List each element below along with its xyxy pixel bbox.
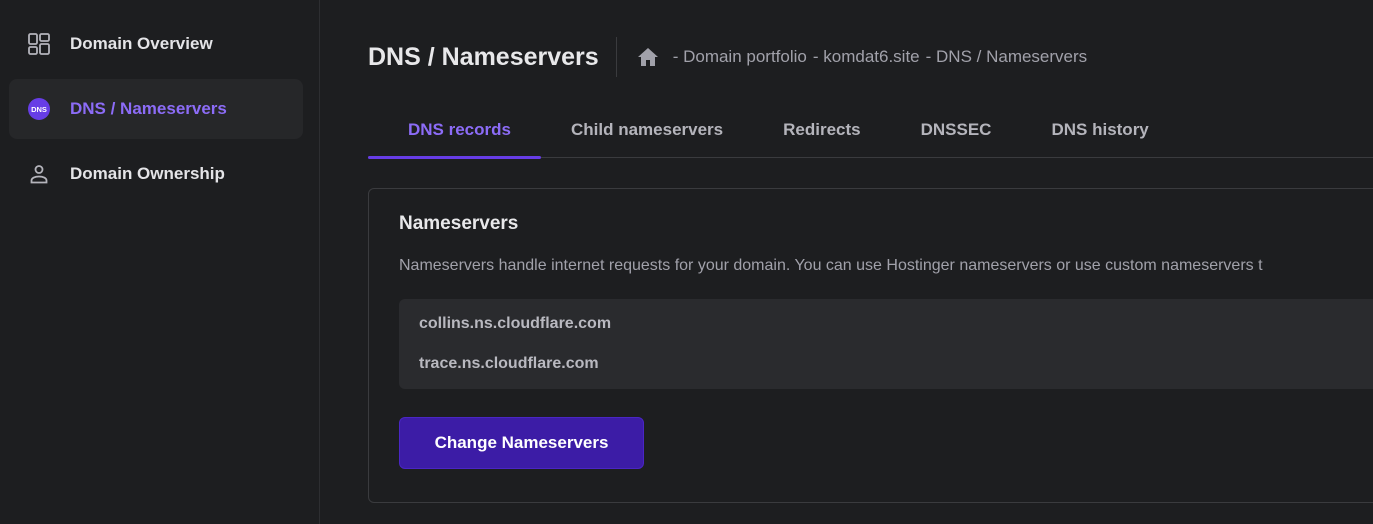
sidebar-item-label: Domain Overview bbox=[70, 34, 213, 53]
sidebar-item-dns-nameservers[interactable]: DNS DNS / Nameservers bbox=[9, 79, 303, 139]
change-nameservers-button[interactable]: Change Nameservers bbox=[399, 417, 644, 469]
sidebar-item-label: Domain Ownership bbox=[70, 164, 225, 183]
person-icon bbox=[27, 162, 51, 186]
tab-bar: DNS records Child nameservers Redirects … bbox=[368, 101, 1373, 159]
tab-dns-records[interactable]: DNS records bbox=[368, 101, 541, 159]
sidebar-item-domain-ownership[interactable]: Domain Ownership bbox=[9, 144, 303, 204]
nameserver-list: collins.ns.cloudflare.com trace.ns.cloud… bbox=[399, 299, 1373, 389]
card-title: Nameservers bbox=[399, 213, 519, 234]
sidebar-item-label: DNS / Nameservers bbox=[70, 99, 227, 118]
tab-redirects[interactable]: Redirects bbox=[753, 101, 890, 158]
nameservers-card: Nameservers Nameservers handle internet … bbox=[368, 188, 1373, 503]
nameserver-item: collins.ns.cloudflare.com bbox=[419, 315, 612, 332]
app-root: Domain Overview DNS DNS / Nameservers Do… bbox=[0, 0, 1373, 524]
main-content: DNS / Nameservers - Domain portfolio - k… bbox=[320, 0, 1373, 524]
breadcrumb-domain[interactable]: - komdat6.site bbox=[813, 47, 920, 67]
header-divider bbox=[615, 37, 617, 77]
tab-dnssec[interactable]: DNSSEC bbox=[891, 101, 1022, 158]
tab-dns-history[interactable]: DNS history bbox=[1021, 101, 1178, 158]
tab-child-nameservers[interactable]: Child nameservers bbox=[541, 101, 753, 158]
nameserver-item: trace.ns.cloudflare.com bbox=[419, 355, 599, 372]
breadcrumb-domain-portfolio[interactable]: - Domain portfolio bbox=[673, 47, 807, 67]
page-header: DNS / Nameservers - Domain portfolio - k… bbox=[368, 37, 1373, 77]
breadcrumb: - Domain portfolio - komdat6.site - DNS … bbox=[637, 47, 1087, 67]
breadcrumb-current: - DNS / Nameservers bbox=[925, 47, 1088, 66]
home-icon[interactable] bbox=[637, 47, 659, 67]
grid-icon bbox=[27, 32, 51, 56]
page-title: DNS / Nameservers bbox=[368, 42, 599, 71]
card-description: Nameservers handle internet requests for… bbox=[399, 257, 1263, 274]
dns-icon: DNS bbox=[27, 97, 51, 121]
sidebar-item-domain-overview[interactable]: Domain Overview bbox=[9, 14, 303, 74]
svg-text:DNS: DNS bbox=[31, 105, 47, 114]
sidebar: Domain Overview DNS DNS / Nameservers Do… bbox=[0, 0, 320, 524]
